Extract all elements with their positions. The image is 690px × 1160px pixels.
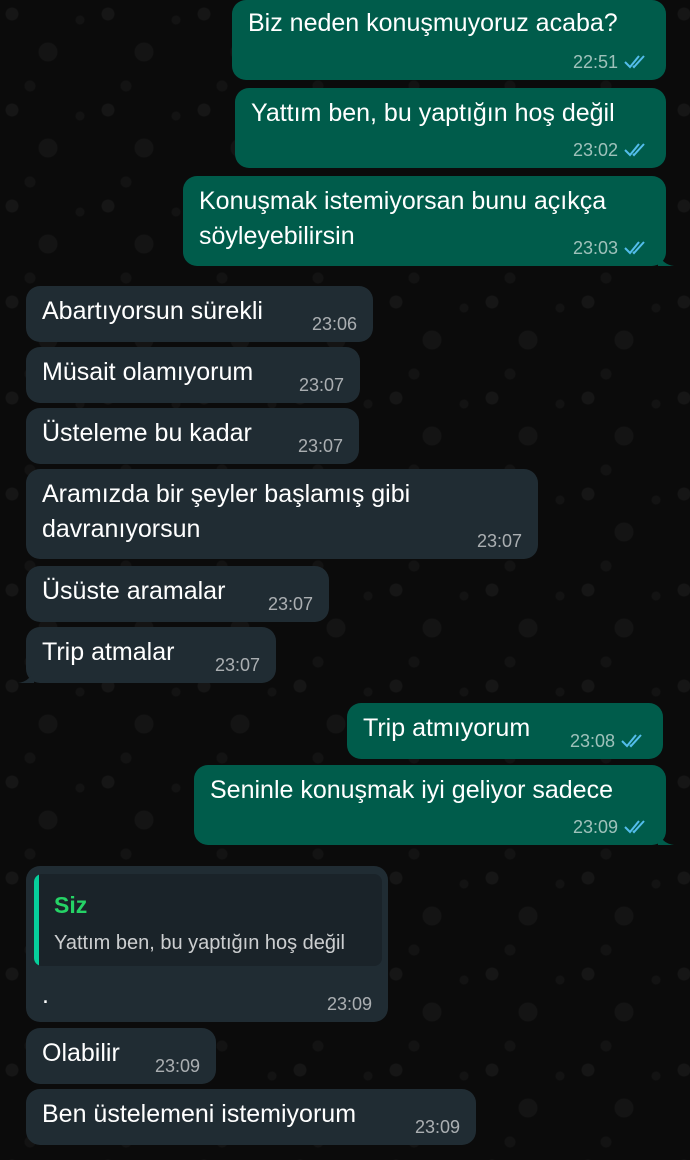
quoted-author: Siz (54, 892, 88, 918)
message-text: Aramızda bir şeyler başlamış gibi davran… (42, 480, 411, 543)
message-meta: 23:03 (573, 238, 650, 258)
quoted-message[interactable]: Siz Yattım ben, bu yaptığın hoş değil (34, 874, 382, 966)
read-receipt-icon (624, 241, 645, 255)
read-receipt-icon (624, 820, 645, 834)
message-incoming[interactable]: Üsteleme bu kadar 23:07 (26, 408, 359, 464)
message-text: Ben üstelemeni istemiyorum (42, 1100, 357, 1128)
message-meta: 23:07 (477, 531, 522, 551)
message-meta: 23:09 (155, 1056, 200, 1076)
message-outgoing[interactable]: Biz neden konuşmuyoruz acaba? 22:51 (232, 0, 666, 80)
message-incoming[interactable]: Ben üstelemeni istemiyorum 23:09 (26, 1089, 476, 1145)
message-time: 23:02 (572, 140, 618, 160)
message-incoming[interactable]: Üsüste aramalar 23:07 (26, 566, 329, 622)
message-time: 23:09 (414, 1117, 460, 1137)
bubble-tail-icon (18, 667, 34, 683)
message-meta: 23:06 (312, 314, 357, 334)
message-text: Üsteleme bu kadar (42, 419, 252, 447)
message-time: 23:07 (476, 531, 522, 551)
message-meta: 23:07 (298, 436, 343, 456)
message-incoming-reply[interactable]: Siz Yattım ben, bu yaptığın hoş değil . … (26, 866, 388, 1022)
message-text: Yattım ben, bu yaptığın hoş değil (251, 99, 615, 127)
message-meta: 23:08 (570, 731, 647, 751)
message-time: 23:07 (267, 594, 313, 614)
message-meta: 23:07 (299, 375, 344, 395)
message-incoming[interactable]: Trip atmalar 23:07 (18, 627, 276, 683)
message-outgoing[interactable]: Seninle konuşmak iyi geliyor sadece 23:0… (194, 765, 674, 845)
message-outgoing[interactable]: Yattım ben, bu yaptığın hoş değil 23:02 (235, 88, 666, 168)
message-text: Trip atmalar (42, 638, 175, 666)
read-receipt-icon (624, 143, 645, 157)
message-time: 23:07 (298, 375, 344, 395)
message-time: 23:08 (569, 731, 615, 751)
message-text: Abartıyorsun sürekli (42, 297, 263, 325)
message-meta: 23:09 (327, 994, 372, 1014)
message-incoming[interactable]: Olabilir 23:09 (26, 1028, 216, 1084)
message-time: 23:06 (311, 314, 357, 334)
message-incoming[interactable]: Müsait olamıyorum 23:07 (26, 347, 360, 403)
message-incoming[interactable]: Abartıyorsun sürekli 23:06 (26, 286, 373, 342)
message-meta: 23:07 (268, 594, 313, 614)
message-outgoing[interactable]: Konuşmak istemiyorsan bunu açıkça söyley… (183, 176, 674, 266)
message-text: . (42, 981, 49, 1009)
message-incoming[interactable]: Aramızda bir şeyler başlamış gibi davran… (26, 469, 538, 559)
message-time: 23:07 (214, 655, 260, 675)
quoted-text: Yattım ben, bu yaptığın hoş değil (54, 932, 345, 954)
message-meta: 22:51 (573, 52, 650, 72)
bubble-tail-icon (658, 250, 674, 266)
chat-background: Biz neden konuşmuyoruz acaba? 22:51 Yatt… (0, 0, 690, 1160)
quote-accent-bar (34, 874, 39, 966)
message-text: Trip atmıyorum (363, 714, 531, 742)
message-time: 23:09 (326, 994, 372, 1014)
message-time: 23:07 (297, 436, 343, 456)
message-time: 23:09 (154, 1056, 200, 1076)
message-meta: 23:09 (415, 1117, 460, 1137)
message-text: Seninle konuşmak iyi geliyor sadece (210, 776, 613, 804)
message-meta: 23:09 (573, 817, 650, 837)
message-text: Biz neden konuşmuyoruz acaba? (248, 9, 618, 37)
read-receipt-icon (624, 55, 645, 69)
message-time: 23:09 (572, 817, 618, 837)
message-text: Üsüste aramalar (42, 577, 226, 605)
message-meta: 23:02 (573, 140, 650, 160)
read-receipt-icon (621, 734, 642, 748)
message-text: Konuşmak istemiyorsan bunu açıkça söyley… (199, 187, 607, 250)
message-time: 23:03 (572, 238, 618, 258)
bubble-tail-icon (658, 829, 674, 845)
message-meta: 23:07 (215, 655, 260, 675)
message-text: Olabilir (42, 1039, 120, 1067)
message-text: Müsait olamıyorum (42, 358, 254, 386)
message-time: 22:51 (572, 52, 618, 72)
message-outgoing[interactable]: Trip atmıyorum 23:08 (347, 703, 663, 759)
